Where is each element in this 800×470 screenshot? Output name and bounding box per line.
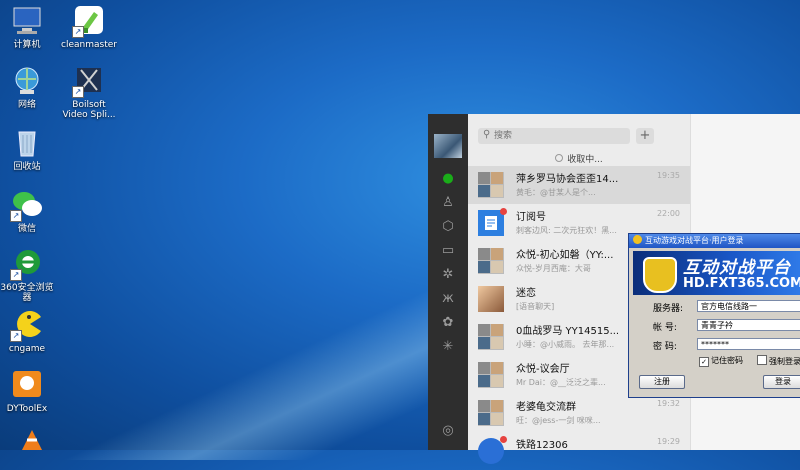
login-button[interactable]: 登录 [763, 375, 800, 389]
shortcut-arrow-icon: ↗ [10, 269, 22, 281]
butterfly-icon[interactable]: ж [440, 292, 456, 306]
folder-icon[interactable]: ▭ [440, 244, 456, 258]
password-label: 密 码: [653, 342, 677, 352]
dialog-title: 互动游戏对战平台·用户登录 [645, 236, 744, 245]
search-input[interactable] [494, 129, 624, 142]
remember-label: 记住密码 [711, 356, 743, 365]
conversation-name: 萍乡罗马协会歪歪14... [516, 174, 619, 185]
remember-password-checkbox[interactable]: ✓ 记住密码 [699, 355, 743, 367]
cube-icon[interactable]: ⬡ [440, 220, 456, 234]
group-avatar [478, 172, 504, 198]
shortcut-arrow-icon: ↗ [72, 86, 84, 98]
list-item[interactable]: 萍乡罗马协会歪歪14... 19:35 黄毛：@甘某人是个... [468, 166, 690, 204]
network-icon [10, 64, 44, 98]
shortcut-arrow-icon: ↗ [10, 210, 22, 222]
desktop-icon-cngame[interactable]: ↗ cngame [0, 308, 62, 354]
group-avatar [478, 324, 504, 350]
search-icon: ⚲ [483, 129, 491, 140]
chat-bubble-icon[interactable]: ● [440, 172, 456, 186]
unread-badge [500, 208, 507, 215]
contact-avatar [478, 286, 504, 312]
game-logo-icon [643, 257, 677, 293]
group-avatar [478, 248, 504, 274]
broom-icon: ↗ [72, 4, 106, 38]
mini-program-icon[interactable]: ✿ [440, 316, 456, 330]
moments-icon[interactable]: ✲ [440, 268, 456, 282]
receiving-status: 收取中... [468, 152, 690, 165]
banner-url: HD.FXT365.COM [683, 276, 800, 291]
register-button[interactable]: 注册 [639, 375, 685, 389]
conversation-name: 订阅号 [516, 212, 546, 223]
conversation-name: 众悦-初心如磐（YY:... [516, 250, 614, 261]
shortcut-arrow-icon: ↗ [72, 26, 84, 38]
group-avatar [478, 400, 504, 426]
desktop-icon-cleanmaster[interactable]: ↗ cleanmaster [54, 4, 124, 50]
recycle-bin-icon [10, 126, 44, 160]
desktop-icon-boilsoft[interactable]: ↗ Boilsoft Video Spli... [54, 64, 124, 120]
force-login-checkbox[interactable]: 强制登录 [757, 355, 800, 367]
chat-sidebar: ● ♙ ⬡ ▭ ✲ ж ✿ ✳ ◎ [428, 114, 468, 450]
video-splitter-icon: ↗ [72, 64, 106, 98]
desktop-icon-dytoolex[interactable]: DYToolEx [0, 368, 62, 414]
search-box[interactable]: ⚲ [478, 128, 630, 144]
conversation-name: 众悦-议会厅 [516, 364, 570, 375]
desktop-icon-network[interactable]: 网络 [0, 64, 62, 110]
conversation-preview: 黄毛：@甘某人是个... [516, 188, 596, 197]
banner-title: 互动对战平台 [683, 258, 791, 278]
pacman-icon: ↗ [10, 308, 44, 342]
checkmark-icon: ✓ [699, 357, 709, 367]
app-icon [633, 235, 642, 244]
loading-spinner-icon [555, 154, 564, 162]
contacts-icon[interactable]: ♙ [440, 196, 456, 210]
shortcut-arrow-icon: ↗ [10, 330, 22, 342]
conversation-name: 0血战罗马 YY14515... [516, 326, 620, 337]
wechat-icon: ↗ [10, 188, 44, 222]
password-field[interactable] [697, 338, 800, 350]
computer-icon [10, 4, 44, 38]
force-label: 强制登录 [769, 357, 800, 366]
group-avatar [478, 362, 504, 388]
login-dialog: 互动游戏对战平台·用户登录 互动对战平台 HD.FXT365.COM 服务器: … [628, 233, 800, 398]
desktop-icon-recycle-bin[interactable]: 回收站 [0, 126, 62, 172]
dialog-banner: 互动对战平台 HD.FXT365.COM [633, 251, 800, 295]
conversation-preview: 旺：@jess-一剑 咪咪... [516, 416, 601, 425]
traffic-cone-icon[interactable] [20, 430, 44, 450]
conversation-time: 19:32 [656, 399, 680, 408]
receiving-text: 收取中... [567, 155, 603, 165]
add-button[interactable]: + [636, 128, 654, 144]
360-browser-icon: ↗ [10, 247, 44, 281]
dytoolex-icon [10, 368, 44, 402]
conversation-time: 22:00 [656, 209, 680, 218]
server-select[interactable] [697, 300, 800, 312]
phone-icon[interactable]: ◎ [440, 424, 456, 438]
conversation-name: 老婆龟交流群 [516, 402, 576, 413]
sparkle-icon[interactable]: ✳ [440, 340, 456, 354]
unread-badge [500, 436, 507, 443]
desktop-icon-wechat[interactable]: ↗ 微信 [0, 188, 62, 234]
checkbox-empty [757, 355, 767, 365]
dialog-titlebar[interactable]: 互动游戏对战平台·用户登录 [629, 234, 800, 248]
desktop-icon-360-browser[interactable]: ↗ 360安全浏览 器 [0, 247, 62, 303]
desktop-icon-computer[interactable]: 计算机 [0, 4, 62, 50]
conversation-name: 迷恋 [516, 288, 536, 299]
server-label: 服务器: [653, 304, 684, 314]
user-avatar[interactable] [434, 134, 462, 158]
account-field[interactable] [697, 319, 800, 331]
list-item[interactable]: 铁路12306 19:29 [468, 432, 690, 470]
conversation-name: 铁路12306 [516, 440, 568, 451]
conversation-time: 19:29 [656, 437, 680, 446]
account-label: 帐 号: [653, 323, 677, 333]
list-item[interactable]: 老婆龟交流群 19:32 旺：@jess-一剑 咪咪... [468, 394, 690, 432]
conversation-time: 19:35 [656, 171, 680, 180]
